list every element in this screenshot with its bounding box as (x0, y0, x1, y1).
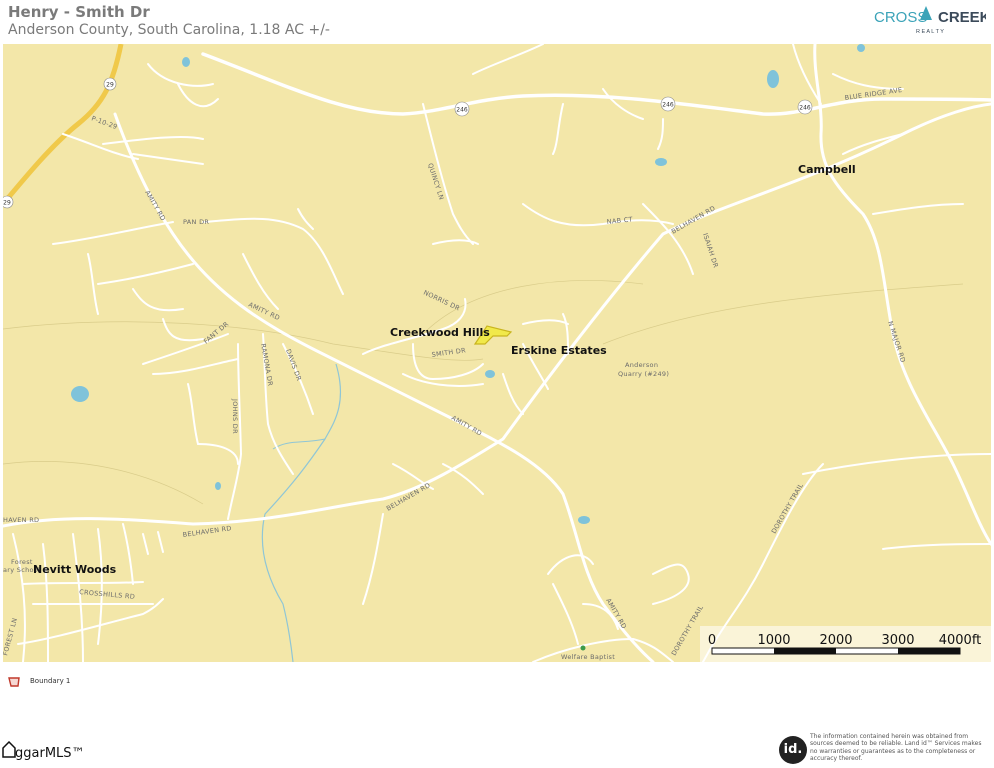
mls-logo: ggarMLS™ (2, 737, 122, 767)
pond (767, 70, 779, 88)
page-title: Henry - Smith Dr (8, 3, 150, 21)
church-marker-icon (580, 645, 586, 651)
place-label-erskine-estates: Erskine Estates (511, 344, 607, 357)
header: Henry - Smith Dr Anderson County, South … (0, 0, 994, 44)
map-canvas[interactable]: 29 29 246 246 246 BLUE RIDGE AVE P-10-29… (3, 44, 991, 662)
pond (182, 57, 190, 67)
brand-name-a: CROSS (874, 9, 927, 26)
place-label-campbell: Campbell (798, 163, 856, 176)
route-246-label: 246 (799, 105, 811, 112)
map-svg: 29 29 246 246 246 BLUE RIDGE AVE P-10-29… (3, 44, 991, 662)
pond (578, 516, 590, 524)
land-background (3, 44, 991, 662)
house-icon (2, 741, 16, 758)
scale-tick-label: 2000 (819, 633, 852, 648)
place-label-nevitt-woods: Nevitt Woods (33, 563, 117, 576)
scale-bar-segment (774, 648, 836, 654)
scale-tick-label: 3000 (881, 633, 914, 648)
scale-tick-label: 4000ft (939, 633, 982, 648)
page-subtitle: Anderson County, South Carolina, 1.18 AC… (8, 22, 330, 38)
route-29-label: 29 (106, 82, 114, 89)
scale-bar: 0 1000 2000 3000 4000ft (700, 626, 991, 662)
road-label-belhaven-w: HAVEN RD (3, 516, 39, 524)
boundary-swatch-icon (8, 677, 20, 687)
mls-text: ggarMLS™ (15, 746, 85, 761)
pond (215, 482, 221, 490)
poi-label-forest-1: Forest (11, 558, 33, 566)
brand-tagline: R E A L T Y (916, 29, 944, 35)
land-id-logo: id. (779, 736, 807, 764)
scale-bar-svg: 0 1000 2000 3000 4000ft (708, 633, 982, 655)
poi-label-anderson: Anderson (625, 361, 658, 369)
pond (857, 44, 865, 52)
brand-name-b: CREEK (938, 9, 986, 26)
road-label-pan-dr: PAN DR (183, 218, 209, 226)
scale-tick-label: 1000 (757, 633, 790, 648)
route-246-label: 246 (456, 107, 468, 114)
road-label-johns: JOHNS DR (231, 398, 239, 434)
route-246-label: 246 (662, 102, 674, 109)
poi-label-quarry: Quarry (#249) (618, 370, 669, 378)
poi-label-welfare-baptist: Welfare Baptist (561, 653, 615, 661)
pond (71, 386, 89, 402)
disclaimer: The information contained herein was obt… (810, 733, 982, 763)
pond (655, 158, 667, 166)
place-label-creekwood-hills: Creekwood Hills (390, 326, 490, 339)
scale-tick-label: 0 (708, 633, 716, 648)
legend-label: Boundary 1 (30, 677, 71, 685)
scale-bar-segment (898, 648, 960, 654)
crosscreek-realty-logo: CROSS CREEK R E A L T Y (874, 6, 986, 35)
route-29-label: 29 (3, 200, 11, 207)
pond (485, 370, 495, 378)
